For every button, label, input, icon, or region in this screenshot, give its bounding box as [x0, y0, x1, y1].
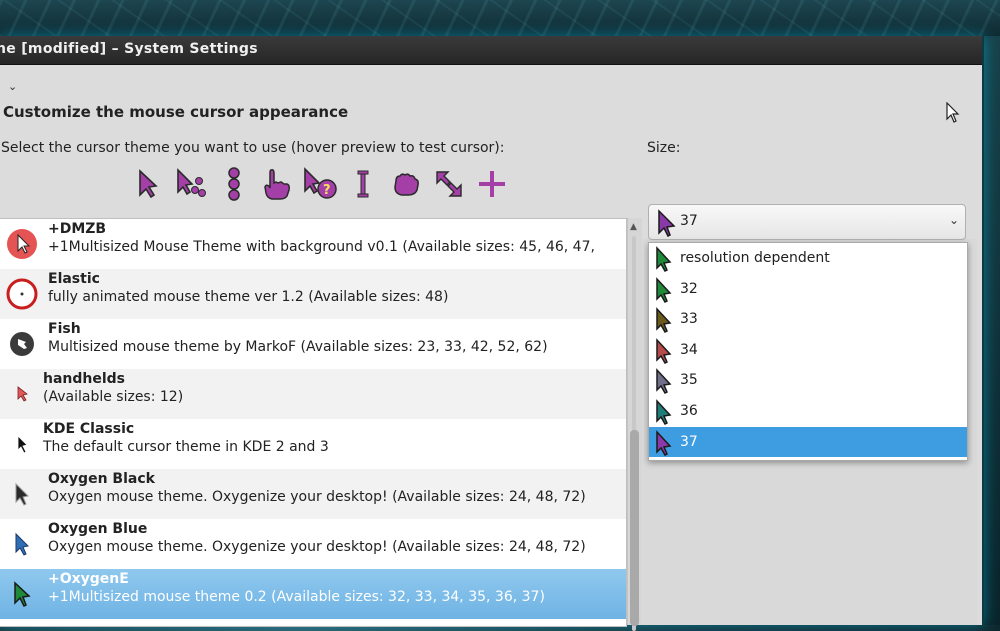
desktop-background [0, 0, 1000, 36]
size-option-label: resolution dependent [680, 250, 830, 266]
wait-cursor-icon[interactable] [216, 164, 252, 204]
oxygen-blue-theme-icon [5, 527, 39, 561]
grab-cursor-icon[interactable] [388, 164, 424, 204]
size-dropdown-popup[interactable]: resolution dependent 32 33 34 35 36 37 [648, 242, 968, 461]
size-37-cursor-icon [655, 209, 677, 241]
oxygen-black-theme-icon [5, 477, 39, 511]
size-option-label: 33 [680, 311, 698, 328]
red-cursor-icon [653, 337, 673, 368]
theme-name: KDE Classic [43, 421, 135, 437]
hand-cursor-icon[interactable] [259, 164, 295, 204]
dmzb-theme-icon [5, 227, 39, 261]
size-option[interactable]: 36 [649, 396, 967, 427]
size-option-label: 35 [680, 372, 698, 389]
window-titlebar[interactable]: ne [modified] – System Settings [0, 36, 982, 65]
size-option-selected[interactable]: 37 [649, 426, 967, 460]
list-item[interactable]: Fish Multisized mouse theme by MarkoF (A… [0, 319, 626, 369]
list-item-selected[interactable]: +OxygenE +1Multisized mouse theme 0.2 (A… [0, 569, 626, 619]
cursor-theme-list[interactable]: +DMZB +1Multisized Mouse Theme with back… [0, 218, 627, 627]
theme-description: Multisized mouse theme by MarkoF (Availa… [48, 339, 548, 355]
theme-name: Fish [48, 321, 81, 337]
scroll-thumb[interactable] [630, 430, 639, 626]
size-option[interactable]: 32 [649, 274, 967, 305]
theme-description: +1Multisized Mouse Theme with background… [48, 239, 595, 255]
size-option-label: 34 [680, 341, 698, 358]
theme-name: +DMZB [48, 221, 107, 237]
list-item[interactable]: Elastic fully animated mouse theme ver 1… [0, 269, 626, 319]
kde-classic-theme-icon [5, 427, 39, 461]
teal-cursor-icon [653, 399, 673, 429]
theme-description: The default cursor theme in KDE 2 and 3 [43, 439, 329, 455]
theme-name: Elastic [48, 271, 100, 287]
theme-description: fully animated mouse theme ver 1.2 (Avai… [48, 289, 449, 305]
help-cursor-icon[interactable]: ? [302, 164, 338, 204]
theme-description: +1Multisized mouse theme 0.2 (Available … [48, 589, 545, 605]
elastic-theme-icon [5, 277, 39, 311]
crosshair-cursor-icon[interactable] [474, 164, 510, 204]
svg-text:?: ? [323, 183, 331, 198]
theme-description: Oxygen mouse theme. Oxygenize your deskt… [48, 489, 586, 505]
busy-arrow-cursor-icon[interactable] [173, 164, 209, 204]
system-settings-window: ne [modified] – System Settings ⌄ Custom… [0, 36, 984, 631]
size-option[interactable]: 35 [649, 365, 967, 396]
text-cursor-icon[interactable] [345, 164, 381, 204]
chevron-down-icon[interactable]: ⌄ [949, 213, 959, 227]
theme-description: (Available sizes: 12) [43, 389, 184, 405]
theme-name: +OxygenE [48, 571, 129, 587]
size-combobox-value: 37 [680, 213, 698, 229]
list-item[interactable]: Oxygen Blue Oxygen mouse theme. Oxygeniz… [0, 519, 626, 569]
list-item[interactable]: Oxygen Black Oxygen mouse theme. Oxygeni… [0, 469, 626, 519]
window-title: ne [modified] – System Settings [0, 41, 258, 57]
fish-theme-icon [5, 327, 39, 361]
theme-select-label: Select the cursor theme you want to use … [1, 140, 505, 156]
list-item[interactable]: +DMZB +1Multisized Mouse Theme with back… [0, 219, 626, 269]
size-label: Size: [647, 140, 681, 156]
purple-cursor-icon [653, 429, 673, 460]
olive-cursor-icon [653, 307, 673, 337]
toolbar-menu-chevron[interactable]: ⌄ [8, 80, 17, 93]
size-option[interactable]: 33 [649, 304, 967, 335]
handhelds-theme-icon [5, 377, 39, 411]
oxygene-theme-icon [5, 577, 39, 611]
green-cursor-icon [653, 276, 673, 307]
size-option[interactable]: resolution dependent [649, 243, 967, 274]
green-cursor-icon [653, 246, 673, 276]
list-item[interactable]: handhelds (Available sizes: 12) [0, 369, 626, 419]
theme-list-scrollbar[interactable]: ▲ [627, 218, 642, 631]
size-option[interactable]: 34 [649, 335, 967, 366]
cursor-preview-strip[interactable]: ? [130, 162, 510, 206]
theme-name: Oxygen Black [48, 471, 155, 487]
scroll-up-arrow-icon[interactable]: ▲ [630, 222, 637, 232]
theme-name: handhelds [43, 371, 126, 387]
list-item[interactable]: KDE Classic The default cursor theme in … [0, 419, 626, 469]
size-option-label: 32 [680, 280, 698, 297]
theme-name: Oxygen Blue [48, 521, 148, 537]
size-option-label: 37 [680, 433, 698, 450]
size-option-label: 36 [680, 402, 698, 419]
mouse-pointer-icon [946, 101, 960, 128]
resize-cursor-icon[interactable] [431, 164, 467, 204]
page-title: Customize the mouse cursor appearance [3, 103, 349, 121]
theme-description: Oxygen mouse theme. Oxygenize your deskt… [48, 539, 586, 555]
arrow-cursor-icon[interactable] [130, 164, 166, 204]
gray-cursor-icon [653, 368, 673, 398]
size-combobox[interactable]: 37 ⌄ [648, 204, 966, 240]
